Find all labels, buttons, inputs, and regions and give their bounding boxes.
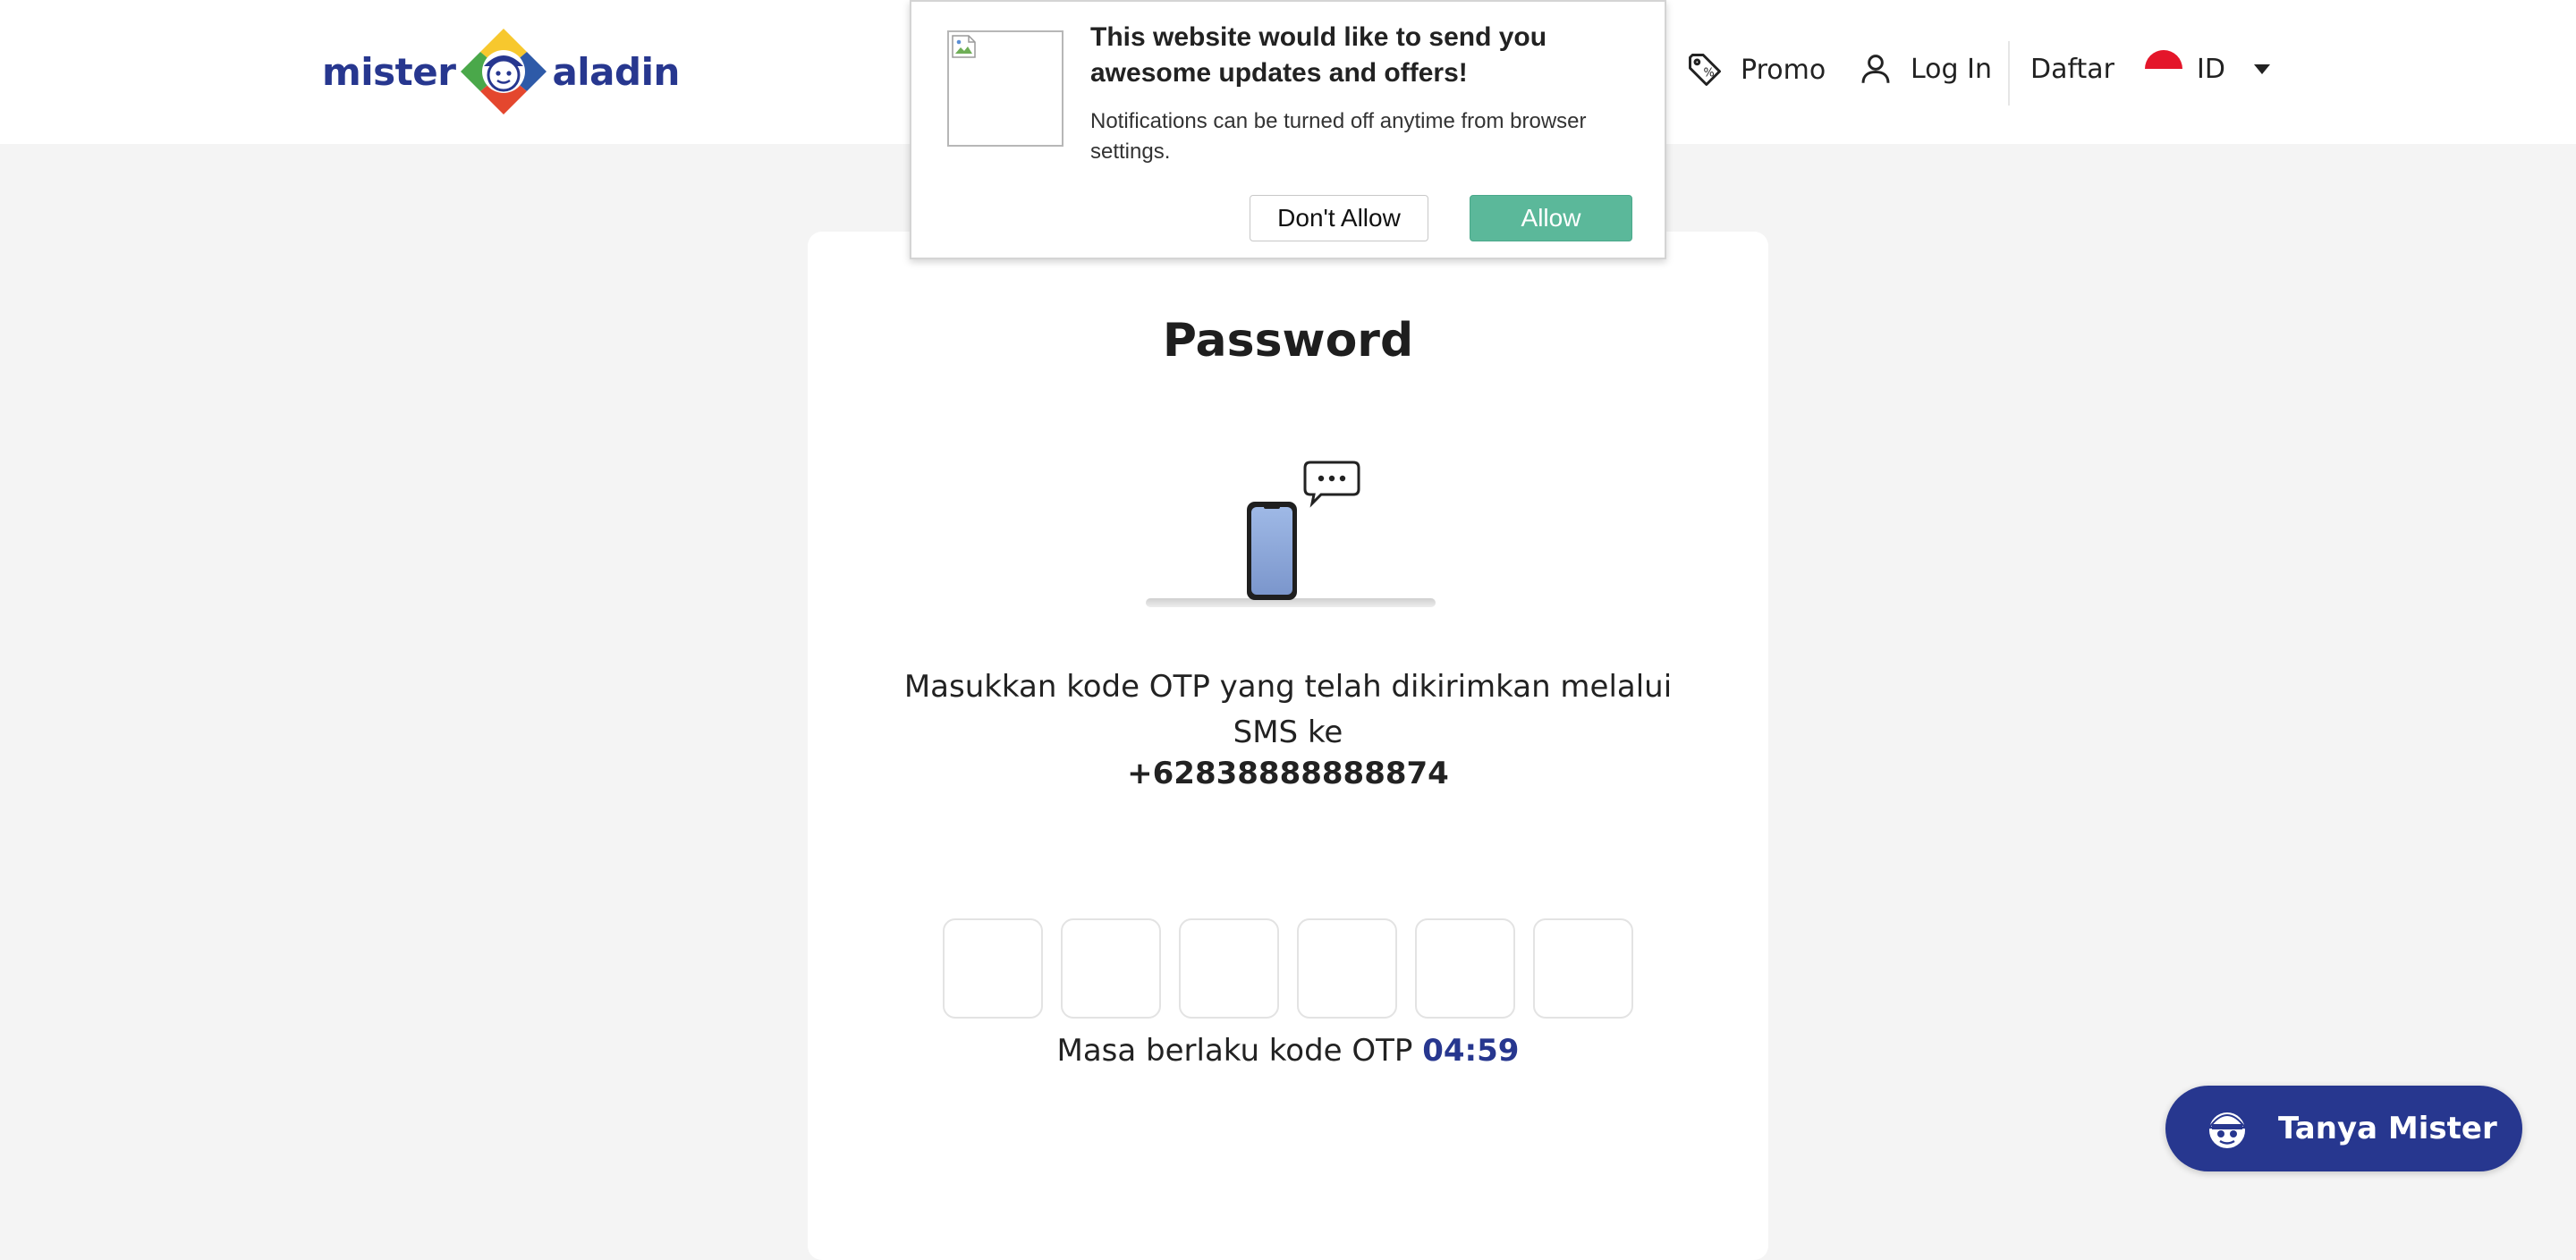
notification-image [947, 30, 1063, 147]
otp-timer-label: Masa berlaku kode OTP [1056, 1033, 1413, 1069]
notification-permission-dialog: This website would like to send you awes… [910, 0, 1666, 259]
logo-word-mister: mister [322, 49, 456, 94]
otp-timer-value: 04:59 [1422, 1033, 1520, 1069]
language-label: ID [2197, 53, 2225, 85]
chat-button-label: Tanya Mister [2278, 1111, 2497, 1146]
user-icon [1861, 55, 1890, 83]
nav-divider [2008, 41, 2010, 106]
otp-digit-4[interactable] [1297, 918, 1397, 1019]
logo-word-aladin: aladin [552, 49, 680, 94]
otp-digit-2[interactable] [1061, 918, 1161, 1019]
otp-card: Password Masukkan kode OTP yang telah di… [808, 232, 1768, 1260]
page-title: Password [1162, 314, 1414, 368]
tag-percent-icon: % [1689, 54, 1721, 86]
otp-digit-1[interactable] [943, 918, 1043, 1019]
broken-image-icon [952, 35, 976, 58]
indonesia-flag-icon [2145, 50, 2182, 88]
dont-allow-button[interactable]: Don't Allow [1250, 195, 1428, 241]
notification-body: Notifications can be turned off anytime … [1090, 109, 1587, 164]
nav-register-label: Daftar [2030, 54, 2114, 85]
logo-mascot-icon [461, 29, 547, 114]
otp-input-group [943, 918, 1633, 1019]
otp-instruction: Masukkan kode OTP yang telah dikirimkan … [903, 669, 1673, 750]
otp-digit-3[interactable] [1179, 918, 1279, 1019]
svg-text:%: % [1704, 67, 1715, 80]
nav-login-label: Log In [1911, 53, 1992, 85]
mister-aladin-logo[interactable]: mister aladin [322, 25, 680, 118]
otp-timer: Masa berlaku kode OTP 04:59 [808, 1033, 1768, 1069]
notification-title: This website would like to send you awes… [1090, 22, 1547, 88]
otp-digit-6[interactable] [1533, 918, 1633, 1019]
nav-promo-label: Promo [1741, 54, 1826, 86]
caret-down-icon [2253, 63, 2270, 74]
allow-button[interactable]: Allow [1470, 195, 1632, 241]
tanya-mister-chat-button[interactable]: Tanya Mister [2165, 1086, 2522, 1171]
phone-number: +62838888888874 [1127, 756, 1449, 791]
phone-sms-illustration [1146, 461, 1436, 607]
nav-register[interactable]: Daftar [2030, 54, 2114, 85]
language-selector[interactable]: ID [2145, 50, 2270, 88]
otp-digit-5[interactable] [1415, 918, 1515, 1019]
nav-login[interactable]: Log In [1857, 50, 1992, 88]
mister-aladin-mascot-icon [2207, 1112, 2247, 1148]
nav-promo[interactable]: % Promo [1685, 50, 1826, 89]
